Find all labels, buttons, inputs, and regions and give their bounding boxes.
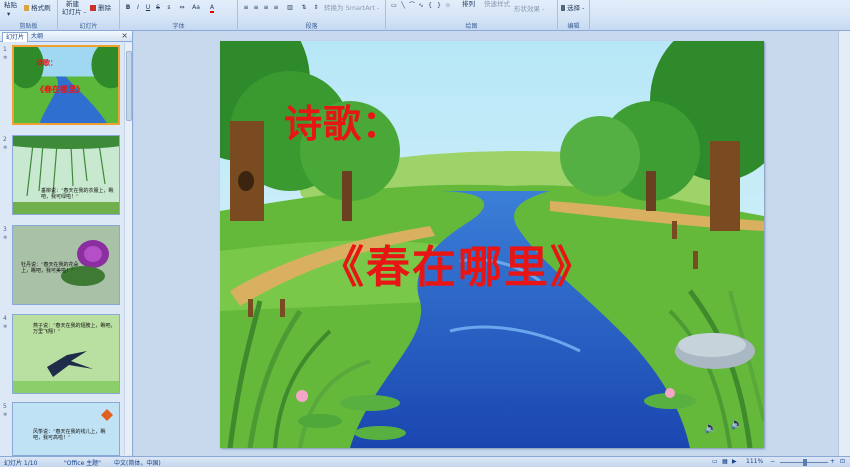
thumb-text-3: 牡丹说：“春天在我的花朵上，瞧吧，我可美啦！”	[21, 262, 79, 274]
zoom-in-icon[interactable]: +	[830, 458, 835, 465]
slide-number: 5	[3, 403, 7, 410]
panel-scrollbar-thumb[interactable]	[126, 51, 132, 121]
ribbon: 粘贴 ▾ 格式刷 剪贴板 新建 幻灯片 - 删除 幻灯片 B I U S s ⇔…	[0, 0, 850, 31]
slide-title-line1[interactable]: 诗歌：	[284, 93, 401, 148]
sorter-view-icon[interactable]: ▦	[722, 458, 728, 465]
convert-smartart-button[interactable]: 转换为 SmartArt -	[324, 4, 379, 12]
zoom-slider-knob[interactable]	[803, 459, 807, 466]
thumb-text-2: 垂柳说：“春天在我的衣服上，瞧吧，我可绿啦！”	[41, 188, 114, 200]
speaker-icon[interactable]: 🔈	[704, 421, 718, 434]
language-status[interactable]: 中文(简体，中国)	[114, 458, 161, 467]
animation-star-icon: ✲	[3, 145, 8, 151]
slide-number: 4	[3, 315, 7, 322]
slides-panel: 幻灯片 大纲 × 1 ✲ 诗歌： 《春在哪里》 2 ✲ 垂柳说：“春天在我的衣服…	[0, 31, 133, 456]
thumb-text-5: 风筝说：“春天在我的线儿上，瞧吧，我可高啦！”	[33, 429, 106, 441]
cursor-icon	[561, 5, 565, 11]
slide-title-line2[interactable]: 《春在哪里》	[320, 231, 596, 295]
columns-icon[interactable]: ▥	[286, 4, 294, 11]
slideshow-view-icon[interactable]: ▶	[732, 458, 737, 465]
select-button[interactable]: 选择 -	[561, 4, 585, 12]
main-scrollbar[interactable]	[838, 31, 850, 456]
slides-label: 幻灯片	[79, 23, 98, 30]
format-painter-button[interactable]: 格式刷	[24, 4, 51, 12]
underline-icon[interactable]: U	[144, 4, 152, 11]
drawing-group: ▭ ╲ ⌒ ∿ { } ☆ 排列 快速样式 形状效果 - 绘图	[386, 0, 558, 31]
panel-scrollbar[interactable]	[124, 43, 132, 455]
tab-outline[interactable]: 大纲	[28, 32, 46, 42]
delete-icon	[90, 5, 96, 11]
animation-star-icon: ✲	[3, 324, 8, 330]
paste-dropdown-icon[interactable]: ▾	[7, 10, 10, 18]
paste-button[interactable]: 粘贴	[4, 1, 17, 9]
shape-rect-icon[interactable]: ▭	[390, 2, 398, 9]
slide-counter: 幻灯片 1/10	[4, 460, 38, 467]
align-text-icon[interactable]: ⇕	[312, 4, 320, 11]
slides-group: 新建 幻灯片 - 删除 幻灯片	[58, 0, 120, 31]
quick-styles-button[interactable]: 快速样式	[484, 0, 510, 8]
shape-arc-icon[interactable]: ⌒	[408, 2, 416, 9]
zoom-out-icon[interactable]: −	[770, 458, 775, 465]
slide-canvas[interactable]: 诗歌： 《春在哪里》 🔈 🔈	[220, 41, 764, 448]
thumb-text-4: 燕子说：“春天在我的翅膀上，瞧吧，万里飞翔！”	[33, 323, 116, 335]
paragraph-group: ≡ ≡ ≡ ≡ ▥ ⇅ ⇕ 转换为 SmartArt - 段落	[238, 0, 386, 31]
brush-icon	[24, 5, 29, 11]
slide-thumbnail-1[interactable]: 诗歌： 《春在哪里》	[12, 45, 120, 125]
slide-thumbnail-3[interactable]: 牡丹说：“春天在我的花朵上，瞧吧，我可美啦！”	[12, 225, 120, 305]
speaker-icon[interactable]: 🔈	[730, 417, 744, 430]
tab-slides[interactable]: 幻灯片	[2, 32, 29, 42]
slide-thumbnail-5[interactable]: 风筝说：“春天在我的线儿上，瞧吧，我可高啦！”	[12, 402, 120, 456]
font-label: 字体	[172, 23, 185, 30]
new-slide-dropdown[interactable]: 幻灯片 -	[62, 8, 86, 16]
font-group: B I U S s ⇔ Aa A 字体	[120, 0, 238, 31]
clipboard-label: 剪贴板	[19, 23, 38, 30]
normal-view-icon[interactable]: ▭	[712, 458, 718, 465]
char-spacing-icon[interactable]: ⇔	[178, 4, 186, 11]
editing-group: 选择 - 编辑	[558, 0, 590, 31]
shape-brace-close-icon[interactable]: }	[435, 2, 443, 9]
status-bar: 幻灯片 1/10 "Office 主题" 中文(简体，中国) ▭ ▦ ▶ 111…	[0, 456, 850, 467]
align-center-icon[interactable]: ≡	[252, 4, 260, 11]
thumb-title-1b: 《春在哪里》	[36, 84, 84, 94]
slide-number: 2	[3, 136, 7, 143]
animation-star-icon: ✲	[3, 412, 8, 418]
paragraph-label: 段落	[305, 23, 318, 30]
slide-thumbnail-2[interactable]: 垂柳说：“春天在我的衣服上，瞧吧，我可绿啦！”	[12, 135, 120, 215]
fit-window-icon[interactable]: ⊡	[840, 458, 845, 465]
font-color-icon[interactable]: A	[208, 4, 216, 13]
arrange-button[interactable]: 排列	[462, 0, 475, 8]
justify-icon[interactable]: ≡	[272, 4, 280, 11]
theme-name: "Office 主题"	[64, 460, 101, 467]
thumb-title-1a: 诗歌：	[36, 58, 57, 67]
align-left-icon[interactable]: ≡	[242, 4, 250, 11]
zoom-level[interactable]: 111%	[746, 458, 763, 465]
shape-brace-icon[interactable]: {	[426, 2, 434, 9]
shape-curve-icon[interactable]: ∿	[417, 2, 425, 9]
shadow-icon[interactable]: s	[165, 4, 173, 11]
editing-label: 编辑	[567, 23, 580, 30]
slide-thumbnail-4[interactable]: 燕子说：“春天在我的翅膀上，瞧吧，万里飞翔！”	[12, 314, 120, 394]
delete-slide-button[interactable]: 删除	[90, 4, 111, 12]
slide-number: 1	[3, 46, 7, 53]
animation-star-icon: ✲	[3, 55, 8, 61]
panel-tabs: 幻灯片 大纲 ×	[0, 31, 132, 42]
italic-icon[interactable]: I	[134, 4, 142, 11]
new-slide-button[interactable]: 新建	[66, 0, 79, 8]
bold-icon[interactable]: B	[124, 4, 132, 11]
clipboard-group: 粘贴 ▾ 格式刷 剪贴板	[0, 0, 58, 31]
strikethrough-icon[interactable]: S	[154, 4, 162, 11]
animation-star-icon: ✲	[3, 235, 8, 241]
shape-effects-button[interactable]: 形状效果 -	[514, 5, 544, 13]
close-icon[interactable]: ×	[121, 31, 128, 40]
shape-line-icon[interactable]: ╲	[399, 2, 407, 9]
align-right-icon[interactable]: ≡	[262, 4, 270, 11]
text-direction-icon[interactable]: ⇅	[300, 4, 308, 11]
shape-star-icon[interactable]: ☆	[444, 2, 452, 9]
change-case-icon[interactable]: Aa	[192, 4, 200, 11]
slide-number: 3	[3, 226, 7, 233]
drawing-label: 绘图	[465, 23, 478, 30]
